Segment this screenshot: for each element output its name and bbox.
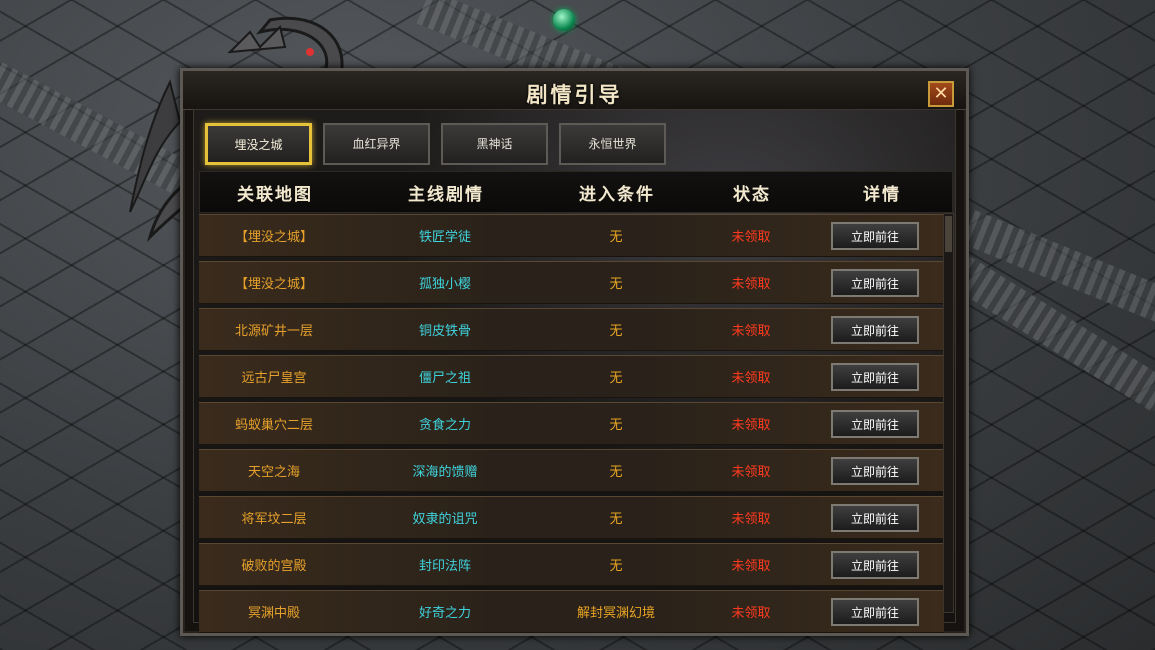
scrollbar[interactable]: [943, 213, 954, 613]
status-cell: 未领取: [731, 324, 771, 339]
close-button[interactable]: ✕: [928, 81, 954, 107]
quest-list: 【埋没之城】 铁匠学徒 无 未领取 立即前往 【埋没之城】 孤独小樱 无 未领取…: [199, 214, 944, 637]
status-cell: 未领取: [731, 512, 771, 527]
story-cell: 封印法阵: [418, 559, 471, 574]
status-cell: 未领取: [731, 371, 771, 386]
map-cell: 北源矿井一层: [234, 324, 313, 339]
header-status: 状态: [733, 184, 771, 205]
condition-cell: 无: [609, 324, 623, 339]
tab-blood-red-realm[interactable]: 血红异界: [323, 123, 430, 165]
map-cell: 冥渊中殿: [247, 606, 300, 621]
tab-eternal-world[interactable]: 永恒世界: [559, 123, 666, 165]
scroll-thumb[interactable]: [945, 216, 952, 252]
table-row: 北源矿井一层 铜皮铁骨 无 未领取 立即前往: [199, 308, 944, 351]
table-row: 【埋没之城】 铁匠学徒 无 未领取 立即前往: [199, 214, 944, 257]
go-now-button[interactable]: 立即前往: [831, 268, 919, 297]
title-bar: 剧情引导 ✕: [183, 71, 966, 110]
table-row: 【埋没之城】 孤独小樱 无 未领取 立即前往: [199, 261, 944, 304]
condition-cell: 解封冥渊幻境: [576, 606, 655, 621]
condition-cell: 无: [609, 371, 623, 386]
go-now-button[interactable]: 立即前往: [831, 221, 919, 250]
go-now-button[interactable]: 立即前往: [831, 456, 919, 485]
condition-cell: 无: [609, 559, 623, 574]
story-guide-panel: 剧情引导 ✕ 埋没之城 血红异界 黑神话 永恒世界 关联地图 主线剧情 进入条件…: [180, 68, 969, 636]
map-cell: 将军坟二层: [241, 512, 307, 527]
map-cell: 远古尸皇宫: [241, 371, 307, 386]
table-row: 天空之海 深海的馈赠 无 未领取 立即前往: [199, 449, 944, 492]
table-row: 远古尸皇宫 僵尸之祖 无 未领取 立即前往: [199, 355, 944, 398]
story-cell: 贪食之力: [418, 418, 471, 433]
tab-black-myth[interactable]: 黑神话: [441, 123, 548, 165]
status-cell: 未领取: [731, 606, 771, 621]
story-cell: 深海的馈赠: [412, 465, 478, 480]
table-row: 蚂蚁巢穴二层 贪食之力 无 未领取 立即前往: [199, 402, 944, 445]
story-cell: 孤独小樱: [418, 277, 471, 292]
status-cell: 未领取: [731, 559, 771, 574]
go-now-button[interactable]: 立即前往: [831, 362, 919, 391]
map-cell: 【埋没之城】: [234, 277, 313, 292]
table-header: 关联地图 主线剧情 进入条件 状态 详情: [199, 171, 953, 213]
status-cell: 未领取: [731, 230, 771, 245]
map-cell: 天空之海: [247, 465, 300, 480]
close-icon: ✕: [933, 83, 949, 104]
header-condition: 进入条件: [579, 184, 655, 205]
condition-cell: 无: [609, 465, 623, 480]
story-cell: 奴隶的诅咒: [412, 512, 478, 527]
story-cell: 僵尸之祖: [418, 371, 471, 386]
tab-bar: 埋没之城 血红异界 黑神话 永恒世界: [205, 123, 666, 165]
table-row: 破败的宫殿 封印法阵 无 未领取 立即前往: [199, 543, 944, 586]
map-cell: 蚂蚁巢穴二层: [234, 418, 313, 433]
tab-buried-city[interactable]: 埋没之城: [205, 123, 312, 165]
condition-cell: 无: [609, 418, 623, 433]
status-cell: 未领取: [731, 465, 771, 480]
story-cell: 铁匠学徒: [418, 230, 471, 245]
go-now-button[interactable]: 立即前往: [831, 503, 919, 532]
panel-title: 剧情引导: [526, 82, 623, 107]
map-cell: 破败的宫殿: [241, 559, 307, 574]
story-cell: 铜皮铁骨: [418, 324, 471, 339]
header-detail: 详情: [863, 184, 901, 205]
status-cell: 未领取: [731, 418, 771, 433]
table-row: 冥渊中殿 好奇之力 解封冥渊幻境 未领取 立即前往: [199, 590, 944, 633]
status-cell: 未领取: [731, 277, 771, 292]
jewel-icon: [553, 9, 575, 31]
condition-cell: 无: [609, 230, 623, 245]
go-now-button[interactable]: 立即前往: [831, 409, 919, 438]
condition-cell: 无: [609, 277, 623, 292]
header-map: 关联地图: [237, 184, 313, 205]
map-cell: 【埋没之城】: [234, 230, 313, 245]
header-story: 主线剧情: [408, 184, 484, 205]
go-now-button[interactable]: 立即前往: [831, 597, 919, 626]
go-now-button[interactable]: 立即前往: [831, 315, 919, 344]
table-row: 将军坟二层 奴隶的诅咒 无 未领取 立即前往: [199, 496, 944, 539]
condition-cell: 无: [609, 512, 623, 527]
go-now-button[interactable]: 立即前往: [831, 550, 919, 579]
story-cell: 好奇之力: [418, 606, 471, 621]
